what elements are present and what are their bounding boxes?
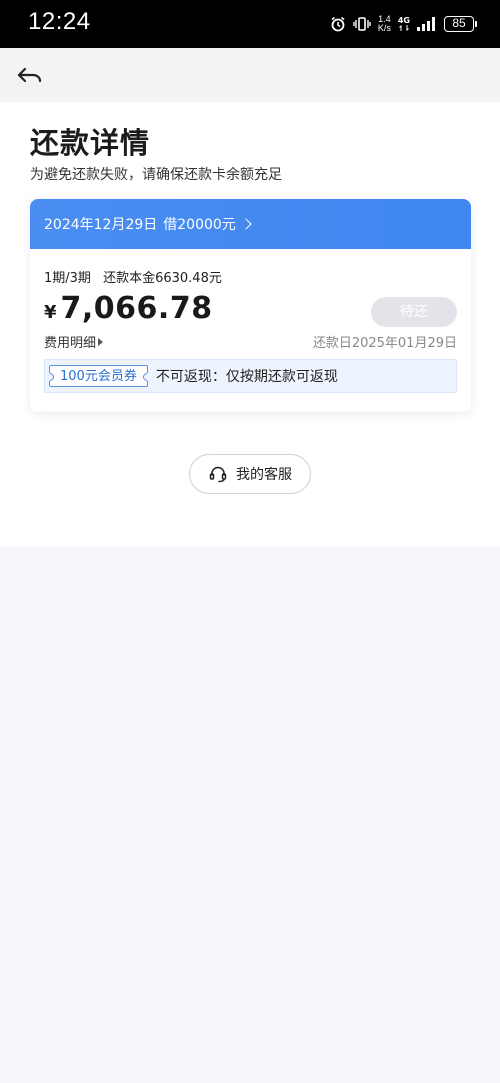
alarm-icon <box>331 16 345 32</box>
page-title: 还款详情 <box>30 126 151 160</box>
triangle-right-icon <box>98 337 104 346</box>
amount-value: 7,066.78 <box>60 291 213 326</box>
signal-icon <box>417 17 435 31</box>
data-arrows-icon <box>399 25 409 31</box>
loan-amount: 借20000元 <box>163 217 236 233</box>
coupon-tag: 100元会员券 <box>49 365 148 387</box>
coupon-strip: 100元会员券 不可返现：仅按期还款可返现 <box>44 359 457 393</box>
status-time: 12:24 <box>28 8 91 35</box>
loan-info-header[interactable]: 2024年12月29日 借20000元 <box>30 199 471 249</box>
status-bar: 12:24 1.4 K/s 4G 85 <box>0 0 500 48</box>
coupon-note: 不可返现：仅按期还款可返现 <box>155 369 338 385</box>
repayment-amount: ¥ 7,066.78 <box>44 291 213 326</box>
vibrate-icon <box>353 17 371 31</box>
principal-amount: 还款本金6630.48元 <box>103 271 222 286</box>
fee-detail-link[interactable]: 费用明细 <box>44 332 104 351</box>
status-badge: 待还 <box>371 297 457 327</box>
net-speed-unit: K/s <box>377 23 391 33</box>
installment-info: 1期/3期 还款本金6630.48元 <box>44 267 222 286</box>
back-button[interactable] <box>14 60 46 90</box>
currency-symbol: ¥ <box>44 302 57 323</box>
customer-service-button[interactable]: 我的客服 <box>189 454 311 494</box>
loan-date: 2024年12月29日 <box>44 217 158 233</box>
status-icons: 1.4 K/s 4G 85 <box>330 12 477 36</box>
network-type: 4G <box>398 17 410 31</box>
main-content: 还款详情 为避免还款失败，请确保还款卡余额充足 2024年12月29日 借200… <box>0 102 500 546</box>
top-nav-bar <box>0 48 500 102</box>
customer-service-label: 我的客服 <box>236 467 292 483</box>
battery-icon: 85 <box>444 16 477 32</box>
page-subtitle: 为避免还款失败，请确保还款卡余额充足 <box>30 167 282 183</box>
net-speed: 1.4 K/s <box>378 15 391 33</box>
chevron-right-icon <box>240 218 252 230</box>
headset-icon <box>209 466 227 483</box>
installment-period: 1期/3期 <box>44 271 91 286</box>
fee-detail-label: 费用明细 <box>44 336 97 351</box>
repayment-card: 2024年12月29日 借20000元 1期/3期 还款本金6630.48元 ¥… <box>30 199 471 412</box>
network-type-label: 4G <box>397 16 410 25</box>
due-date: 还款日2025年01月29日 <box>312 336 457 351</box>
back-arrow-icon <box>17 67 42 83</box>
